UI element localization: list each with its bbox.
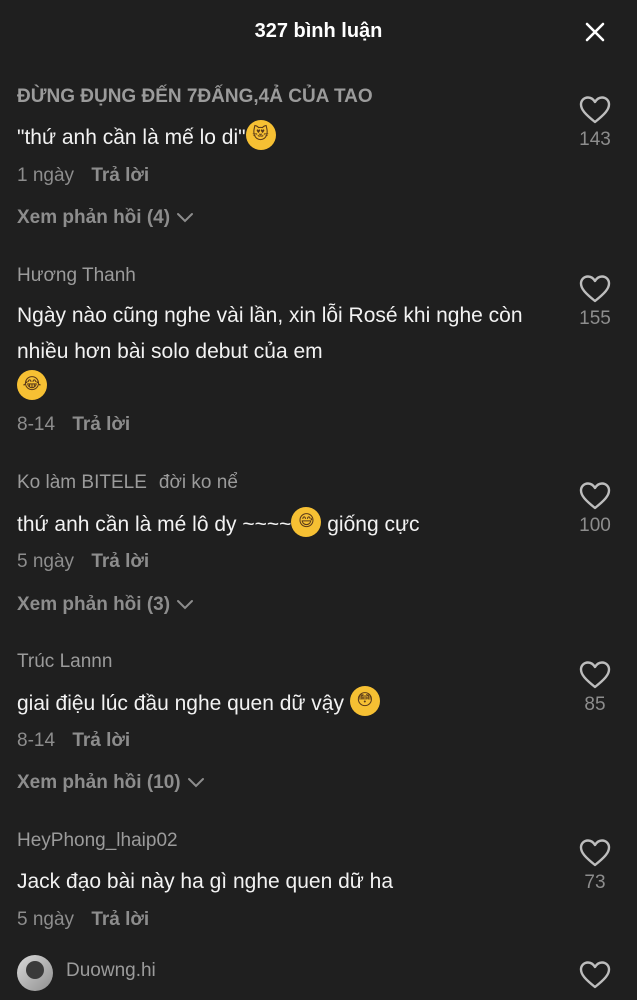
reply-button[interactable]: Trả lời [91,551,149,572]
comment-date: 5 ngày [17,551,75,572]
reply-button[interactable]: Trả lời [72,414,130,435]
comment-date: 8-14 [17,414,56,435]
comment-username[interactable]: HeyPhong_lhaip02 [17,830,178,852]
like-control: 100 [567,481,623,537]
comment-username[interactable]: Ko làm BITELE đời ko nể [17,472,238,494]
like-control [567,960,623,990]
view-replies-button[interactable]: Xem phản hồi (3) [17,594,194,616]
comment-meta: 5 ngày Trả lời [17,551,149,573]
comment-username[interactable]: Trúc Lannn [17,651,112,673]
comment-username-extra: đời ko nể [158,472,238,493]
comment-username-text: Ko làm BITELE [17,472,147,493]
reply-button[interactable]: Trả lời [72,730,130,751]
comment-meta: 5 ngày Trả lời [17,909,149,931]
heart-icon[interactable] [579,274,611,304]
comment-count-title: 327 bình luận [254,20,383,42]
like-count: 73 [584,872,606,893]
heart-icon[interactable] [579,95,611,125]
comment-username[interactable]: ĐỪNG ĐỤNG ĐẾN 7ĐẤNG,4Ả CỦA TAO [17,86,373,108]
heart-icon[interactable] [579,660,611,690]
reply-button[interactable]: Trả lời [91,909,149,930]
comment-date: 5 ngày [17,909,75,930]
comment-username[interactable]: Hương Thanh [17,265,136,287]
like-count: 143 [579,129,611,150]
comment-date: 1 ngày [17,165,75,186]
comment-text: thứ anh cần là mé lô dy ~~~~ 😅 giống cực [17,507,537,543]
heart-icon[interactable] [579,960,611,990]
view-replies-button[interactable]: Xem phản hồi (10) [17,772,205,794]
comment-text-content: Ngày nào cũng nghe vài lần, xin lỗi Rosé… [17,304,523,363]
chevron-down-icon [177,213,194,223]
like-count: 100 [579,515,611,536]
comment-text-after: giống cực [321,513,420,536]
avatar[interactable] [17,955,53,991]
like-count: 155 [579,308,611,329]
comment-meta: 8-14 Trả lời [17,730,130,752]
view-replies-label: Xem phản hồi (3) [17,594,171,615]
comment-text: Ngày nào cũng nghe vài lần, xin lỗi Rosé… [17,298,547,406]
like-control: 85 [567,660,623,716]
comment-text: giai điệu lúc đầu nghe quen dữ vậy 😳 [17,686,537,722]
comment-meta: 8-14 Trả lời [17,414,130,436]
comment-date: 8-14 [17,730,56,751]
heart-icon[interactable] [579,838,611,868]
tears-of-joy-emoji: 😂 [17,370,47,401]
comment-text: "thứ anh cần là mế lo di" 😻 [17,120,537,156]
like-control: 143 [567,95,623,151]
close-button[interactable] [581,18,609,46]
heart-icon[interactable] [579,481,611,511]
comment-username[interactable]: Duowng.hi [66,960,156,982]
heart-eyes-cat-emoji: 😻 [245,120,276,151]
like-count: 85 [584,694,606,715]
close-icon [585,22,605,42]
view-replies-label: Xem phản hồi (10) [17,772,181,793]
comments-header: 327 bình luận [0,0,637,66]
chevron-down-icon [177,600,194,610]
like-control: 155 [567,274,623,330]
comment-text: Jack đạo bài này ha gì nghe quen dữ ha [17,870,394,893]
view-replies-button[interactable]: Xem phản hồi (4) [17,207,194,229]
comment-text-content: "thứ anh cần là mế lo di" [17,126,246,149]
comment-text-content: giai điệu lúc đầu nghe quen dữ vậy [17,692,344,715]
flushed-face-emoji: 😳 [349,686,380,717]
reply-button[interactable]: Trả lời [91,165,149,186]
comment-meta: 1 ngày Trả lời [17,165,149,187]
chevron-down-icon [187,778,204,788]
view-replies-label: Xem phản hồi (4) [17,207,171,228]
comment-text-before: thứ anh cần là mé lô dy ~~~~ [17,513,292,536]
grinning-sweat-emoji: 😅 [291,507,322,538]
like-control: 73 [567,838,623,894]
